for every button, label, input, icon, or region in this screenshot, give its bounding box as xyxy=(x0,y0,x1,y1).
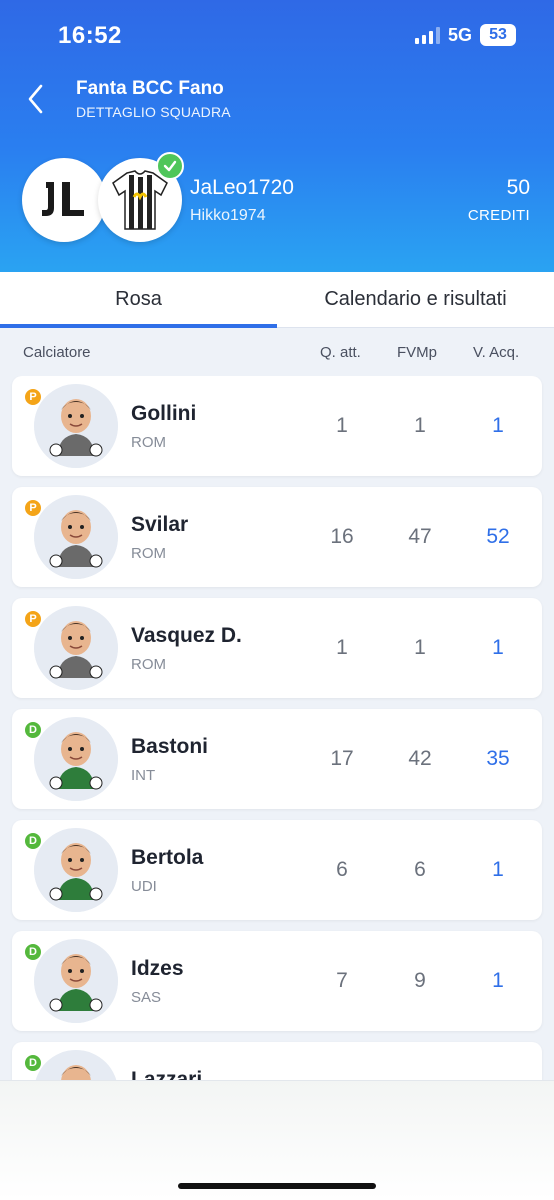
player-fvmp: 1 xyxy=(414,414,426,437)
player-avatar xyxy=(34,495,118,579)
player-avatar xyxy=(34,606,118,690)
role-badge: D xyxy=(24,943,42,961)
player-avatar-icon xyxy=(34,717,118,801)
header-quotation: Q. att. xyxy=(320,344,361,361)
player-avatar-icon xyxy=(34,495,118,579)
player-name: Gollini xyxy=(131,402,197,425)
player-name: Bastoni xyxy=(131,735,209,758)
network-label: 5G xyxy=(447,24,472,45)
player-row[interactable]: D Bastoni INT 17 42 35 xyxy=(12,709,542,809)
role-badge: P xyxy=(24,388,42,406)
player-name: Vasquez D. xyxy=(131,624,242,647)
player-purchase-value: 35 xyxy=(486,747,510,770)
team-name: JaLeo1720 xyxy=(190,176,294,199)
player-avatar xyxy=(34,939,118,1023)
home-indicator[interactable] xyxy=(178,1183,376,1189)
player-row[interactable]: P Svilar ROM 16 47 52 xyxy=(12,487,542,587)
player-quotation: 1 xyxy=(336,636,348,659)
role-badge: P xyxy=(24,610,42,628)
player-name: Svilar xyxy=(131,513,189,536)
shirt-icon xyxy=(112,170,168,230)
header-purchase: V. Acq. xyxy=(473,344,520,361)
player-name: Bertola xyxy=(131,846,204,869)
player-purchase-value: 1 xyxy=(492,969,504,992)
player-team: ROM xyxy=(131,656,166,673)
player-list: P Gollini ROM 1 1 1 P Svilar ROM 16 47 5… xyxy=(0,376,554,1080)
role-badge: P xyxy=(24,499,42,517)
player-quotation: 17 xyxy=(330,747,354,770)
bottom-bar xyxy=(0,1080,554,1200)
column-headers: Calciatore Q. att. FVMp V. Acq. xyxy=(0,328,554,376)
player-quotation: 16 xyxy=(330,525,354,548)
player-purchase-value: 1 xyxy=(492,414,504,437)
tab-rosa[interactable]: Rosa xyxy=(0,272,277,328)
player-purchase-value: 52 xyxy=(486,525,510,548)
player-avatar-icon xyxy=(34,939,118,1023)
player-team: SAS xyxy=(131,989,162,1006)
player-avatar-icon xyxy=(34,606,118,690)
jl-logo-icon xyxy=(42,182,84,216)
chevron-left-icon xyxy=(28,84,43,114)
signal-icon xyxy=(414,26,440,44)
team-owner: Hikko1974 xyxy=(190,207,266,224)
player-row[interactable]: D Bertola UDI 6 6 1 xyxy=(12,820,542,920)
player-row[interactable]: D Idzes SAS 7 9 1 xyxy=(12,931,542,1031)
player-avatar xyxy=(34,1050,118,1080)
player-team: UDI xyxy=(131,878,157,895)
player-avatar-icon xyxy=(34,828,118,912)
team-logo xyxy=(22,158,106,242)
status-icons: 5G 53 xyxy=(414,24,516,46)
player-purchase-value: 1 xyxy=(492,858,504,881)
player-team: INT xyxy=(131,767,156,784)
status-time: 16:52 xyxy=(58,22,122,49)
player-row[interactable]: P Vasquez D. ROM 1 1 1 xyxy=(12,598,542,698)
player-row[interactable]: P Gollini ROM 1 1 1 xyxy=(12,376,542,476)
battery-icon: 53 xyxy=(480,24,516,46)
header-player: Calciatore xyxy=(23,344,91,361)
player-quotation: 7 xyxy=(336,969,348,992)
credits-label: CREDITI xyxy=(467,207,530,224)
player-name: Idzes xyxy=(131,957,184,980)
verified-badge xyxy=(156,152,184,180)
player-fvmp: 6 xyxy=(414,858,426,881)
header-fvmp: FVMp xyxy=(397,344,438,361)
player-purchase-value: 1 xyxy=(492,636,504,659)
player-avatar xyxy=(34,717,118,801)
tab-bar: Rosa Calendario e risultati xyxy=(0,272,554,328)
credits-value: 50 xyxy=(506,176,530,199)
player-quotation: 1 xyxy=(336,414,348,437)
page-subtitle: DETTAGLIO SQUADRA xyxy=(76,104,231,120)
player-avatar xyxy=(34,828,118,912)
player-team: ROM xyxy=(131,434,166,451)
player-quotation: 6 xyxy=(336,858,348,881)
player-row[interactable]: D Lazzari xyxy=(12,1042,542,1080)
player-avatar xyxy=(34,384,118,468)
player-fvmp: 47 xyxy=(408,525,432,548)
role-badge: D xyxy=(24,1054,42,1072)
tab-calendario[interactable]: Calendario e risultati xyxy=(277,272,554,327)
role-badge: D xyxy=(24,721,42,739)
app-header: 16:52 5G 53 Fanta BCC Fano DETTAGLIO SQU… xyxy=(0,0,554,272)
player-fvmp: 9 xyxy=(414,969,426,992)
player-avatar-icon xyxy=(34,384,118,468)
check-icon xyxy=(163,160,177,172)
league-title: Fanta BCC Fano xyxy=(76,78,224,99)
player-team: ROM xyxy=(131,545,166,562)
player-fvmp: 1 xyxy=(414,636,426,659)
player-avatar-icon xyxy=(35,1050,117,1080)
back-button[interactable] xyxy=(26,82,46,116)
role-badge: D xyxy=(24,832,42,850)
player-name: Lazzari xyxy=(131,1068,203,1080)
player-fvmp: 42 xyxy=(408,747,432,770)
